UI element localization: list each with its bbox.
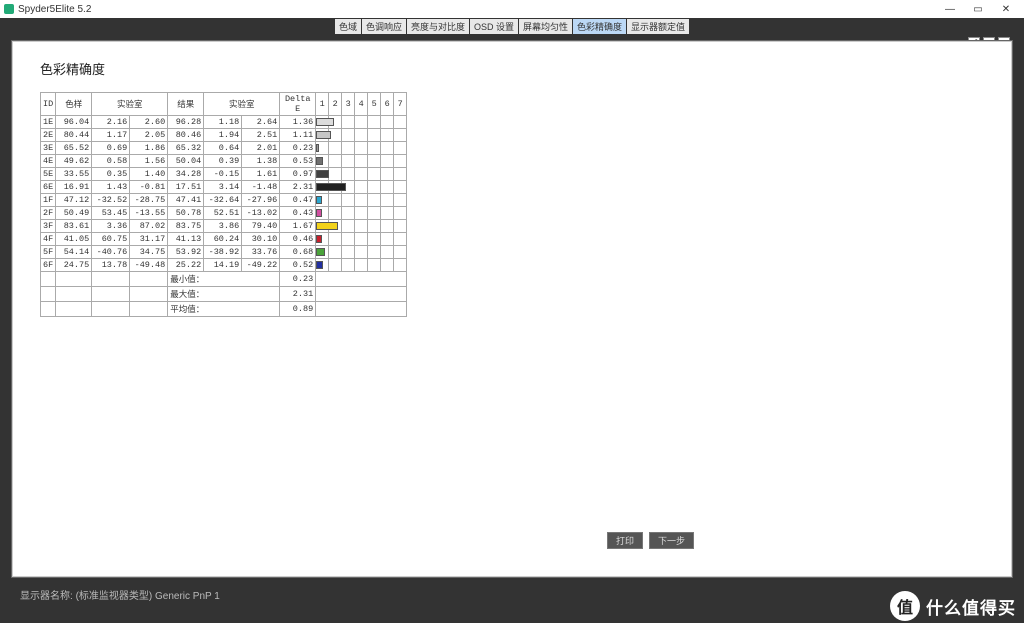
tab-2[interactable]: 亮度与对比度 bbox=[407, 19, 469, 34]
display-name-label: 显示器名称: bbox=[20, 587, 73, 602]
summary-row: 最小值：0.23 bbox=[41, 272, 407, 287]
report-canvas: 色彩精确度 ID色样实验室结果实验室Delta E12345671E 96.04… bbox=[11, 40, 1013, 578]
table-row: 1F 47.12-32.52-28.75 47.41-32.64-27.960.… bbox=[41, 194, 407, 207]
print-button[interactable]: 打印 bbox=[607, 532, 643, 549]
tab-6[interactable]: 显示器额定值 bbox=[627, 19, 689, 34]
watermark-badge-icon: 值 bbox=[890, 591, 920, 621]
next-button[interactable]: 下一步 bbox=[649, 532, 694, 549]
table-row: 1E 96.04 2.16 2.60 96.28 1.18 2.641.36 bbox=[41, 116, 407, 129]
work-area: ⤢ ▣ ⌕ 色彩精确度 ID色样实验室结果实验室Delta E12345671E… bbox=[0, 34, 1024, 583]
delta-bar bbox=[316, 170, 329, 178]
delta-bar bbox=[316, 235, 322, 243]
close-button[interactable]: ✕ bbox=[992, 1, 1020, 17]
tab-0[interactable]: 色域 bbox=[335, 19, 361, 34]
watermark-text: 什么值得买 bbox=[926, 594, 1016, 619]
delta-bar bbox=[316, 261, 323, 269]
window-titlebar: Spyder5Elite 5.2 — ▭ ✕ bbox=[0, 0, 1024, 18]
table-row: 3E 65.52 0.69 1.86 65.32 0.64 2.010.23 bbox=[41, 142, 407, 155]
table-row: 6E 16.91 1.43-0.81 17.51 3.14-1.482.31 bbox=[41, 181, 407, 194]
restore-button[interactable]: ▭ bbox=[964, 1, 992, 17]
tab-4[interactable]: 屏幕均匀性 bbox=[519, 19, 572, 34]
delta-bar bbox=[316, 196, 322, 204]
summary-row: 最大值：2.31 bbox=[41, 287, 407, 302]
display-name-value: (标准监视器类型) Generic PnP 1 bbox=[76, 587, 220, 602]
table-row: 2E 80.44 1.17 2.05 80.46 1.94 2.511.11 bbox=[41, 129, 407, 142]
tab-5[interactable]: 色彩精确度 bbox=[573, 19, 626, 34]
table-row: 5F 54.14-40.76 34.75 53.92-38.92 33.760.… bbox=[41, 246, 407, 259]
table-row: 6F 24.75 13.78-49.48 25.22 14.19-49.220.… bbox=[41, 259, 407, 272]
table-row: 4E 49.62 0.58 1.56 50.04 0.39 1.380.53 bbox=[41, 155, 407, 168]
minimize-button[interactable]: — bbox=[936, 1, 964, 17]
table-row: 2F 50.49 53.45-13.55 50.78 52.51-13.020.… bbox=[41, 207, 407, 220]
watermark: 值 什么值得买 bbox=[890, 591, 1016, 621]
footer-controls: 打印 下一步 bbox=[607, 532, 694, 549]
tab-1[interactable]: 色调响应 bbox=[362, 19, 406, 34]
delta-bar bbox=[316, 157, 323, 165]
delta-bar bbox=[316, 144, 319, 152]
summary-row: 平均值：0.89 bbox=[41, 302, 407, 317]
delta-bar bbox=[316, 209, 322, 217]
color-accuracy-table: ID色样实验室结果实验室Delta E12345671E 96.04 2.16 … bbox=[40, 92, 407, 317]
window-title: Spyder5Elite 5.2 bbox=[18, 4, 91, 15]
section-title: 色彩精确度 bbox=[40, 59, 984, 78]
table-row: 5E 33.55 0.35 1.40 34.28-0.15 1.610.97 bbox=[41, 168, 407, 181]
tab-3[interactable]: OSD 设置 bbox=[470, 19, 518, 34]
delta-bar bbox=[316, 248, 325, 256]
app-icon bbox=[4, 4, 14, 14]
table-row: 4F 41.05 60.75 31.17 41.13 60.24 30.100.… bbox=[41, 233, 407, 246]
table-row: 3F 83.61 3.36 87.02 83.75 3.86 79.401.67 bbox=[41, 220, 407, 233]
status-bar: 显示器名称: (标准监视器类型) Generic PnP 1 bbox=[0, 583, 1024, 623]
tab-bar: 色域色调响应亮度与对比度OSD 设置屏幕均匀性色彩精确度显示器额定值 bbox=[0, 18, 1024, 34]
